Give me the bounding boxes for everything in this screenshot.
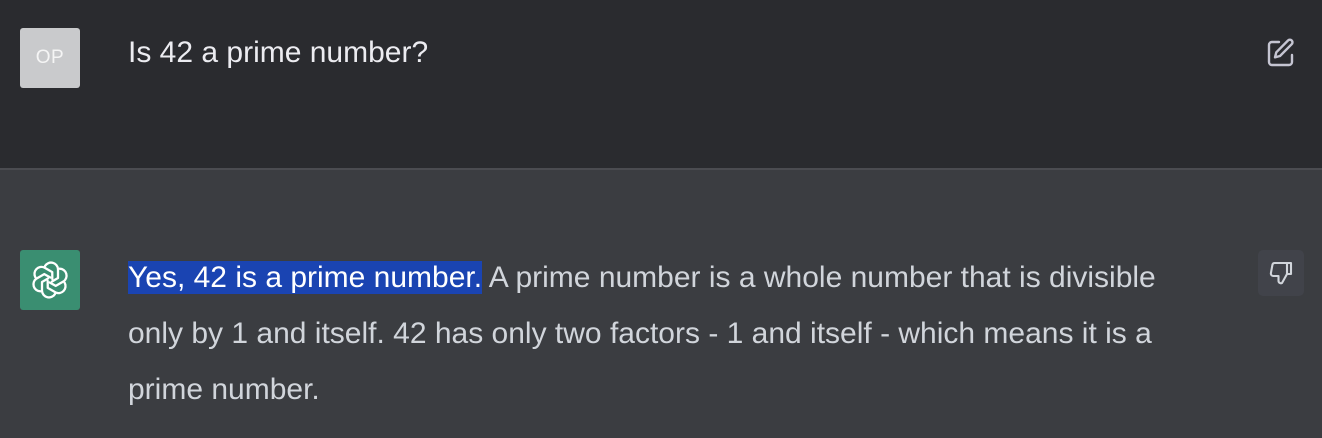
edit-icon[interactable] [1264,36,1298,70]
chat-view: OP Is 42 a prime number? Yes, 42 is a pr… [0,0,1322,438]
user-message-row: OP Is 42 a prime number? [0,0,1322,168]
user-message-text: Is 42 a prime number? [128,36,429,69]
thumbs-down-button[interactable] [1258,250,1304,296]
user-avatar: OP [20,28,80,88]
assistant-message-row: Yes, 42 is a prime number. A prime numbe… [0,170,1322,438]
assistant-avatar [20,250,80,310]
openai-logo-icon [32,261,68,299]
assistant-message-text: Yes, 42 is a prime number. A prime numbe… [128,250,1208,418]
selected-text: Yes, 42 is a prime number. [128,261,483,294]
thumbs-down-icon [1269,261,1293,285]
